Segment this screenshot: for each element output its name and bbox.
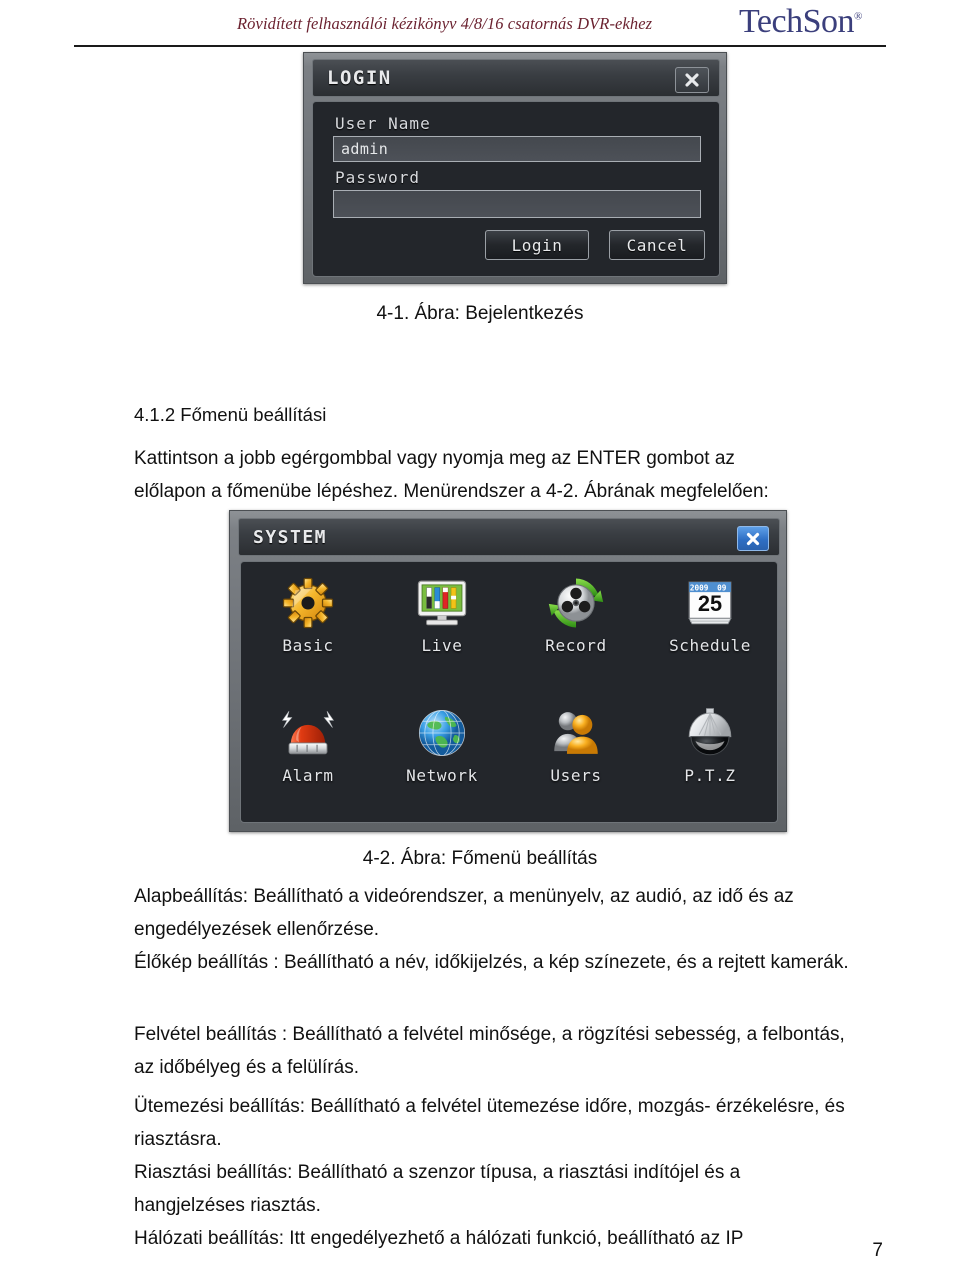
system-menu-dialog: SYSTEM Basic Live Record 2009 09 25 Sche… [229,510,787,832]
menu-item-record[interactable]: Record [509,568,643,698]
film-reel-icon [547,574,605,632]
paragraph-intro: Kattintson a jobb egérgombbal vagy nyomj… [134,442,856,508]
paragraph-basic: Alapbeállítás: Beállítható a videórendsz… [134,880,856,946]
menu-item-network[interactable]: Network [375,698,509,828]
login-button[interactable]: Login [485,230,589,260]
system-titlebar: SYSTEM [238,518,780,556]
close-icon[interactable] [737,526,769,551]
figure-caption-4-1: 4-1. Ábra: Bejelentkezés [376,303,584,324]
username-input[interactable]: admin [333,136,701,162]
password-input[interactable] [333,190,701,218]
menu-label-alarm: Alarm [282,766,334,785]
menu-item-basic[interactable]: Basic [241,568,375,698]
menu-label-ptz: P.T.Z [684,766,736,785]
paragraph-live-line-2: kamerák. [770,952,849,973]
menu-label-live: Live [421,636,463,655]
menu-item-schedule[interactable]: 2009 09 25 Schedule [643,568,777,698]
logo-text: TechSon [739,3,855,40]
system-menu-panel: Basic Live Record 2009 09 25 Schedule Al… [240,561,778,823]
paragraph-live: Élőkép beállítás : Beállítható a név, id… [134,946,856,979]
paragraph-alarm: Riasztási beállítás: Beállítható a szenz… [134,1156,856,1222]
siren-icon [279,704,337,762]
menu-label-basic: Basic [282,636,334,655]
cancel-button[interactable]: Cancel [609,230,705,260]
username-label: User Name [335,114,431,133]
system-dialog-title: SYSTEM [253,526,328,548]
password-label: Password [335,168,421,187]
section-heading-4-1-2: 4.1.2 Főmenü beállítási [134,404,327,425]
paragraph-intro-line-1: Kattintson a jobb egérgombbal vagy nyomj… [134,448,735,469]
paragraph-intro-line-2: előlapon a főmenübe lépéshez. Menürendsz… [134,481,769,502]
menu-label-schedule: Schedule [669,636,751,655]
system-icon-grid: Basic Live Record 2009 09 25 Schedule Al… [241,568,777,828]
login-titlebar: LOGIN [312,59,720,97]
menu-item-ptz[interactable]: P.T.Z [643,698,777,828]
login-form: User Name admin Password Login Cancel [312,101,720,277]
header-title: Rövidített felhasználói kézikönyv 4/8/16… [237,14,653,33]
menu-item-users[interactable]: Users [509,698,643,828]
calendar-icon: 2009 09 25 [681,574,739,632]
close-icon[interactable] [675,67,709,93]
registered-mark-icon: ® [854,10,862,23]
users-icon [547,704,605,762]
calendar-day: 25 [698,591,722,616]
login-dialog: LOGIN User Name admin Password Login Can… [303,52,727,284]
paragraph-basic-line-1: Alapbeállítás: Beállítható a videórendsz… [134,886,769,907]
paragraph-record-line-1: Felvétel beállítás : Beállítható a felvé… [134,1024,758,1045]
paragraph-record: Felvétel beállítás : Beállítható a felvé… [134,1018,856,1084]
paragraph-alarm-line-1: Riasztási beállítás: Beállítható a szenz… [134,1162,741,1183]
header-divider [74,45,886,47]
page-number: 7 [872,1240,883,1261]
dome-camera-icon [681,704,739,762]
paragraph-schedule: Ütemezési beállítás: Beállítható a felvé… [134,1090,856,1156]
menu-item-alarm[interactable]: Alarm [241,698,375,828]
menu-label-users: Users [550,766,602,785]
gear-icon [279,574,337,632]
globe-icon [413,704,471,762]
login-dialog-title: LOGIN [327,67,392,89]
menu-item-live[interactable]: Live [375,568,509,698]
paragraph-live-line-1: Élőkép beállítás : Beállítható a név, id… [134,952,766,973]
monitor-icon [413,574,471,632]
figure-caption-4-2: 4-2. Ábra: Főmenü beállítás [362,848,598,869]
menu-label-network: Network [406,766,478,785]
paragraph-schedule-line-1: Ütemezési beállítás: Beállítható a felvé… [134,1096,711,1117]
techson-logo: TechSon® [739,5,862,39]
page-header: Rövidített felhasználói kézikönyv 4/8/16… [0,0,960,48]
paragraph-alarm-line-2: hangjelzéses riasztás. [134,1195,321,1216]
username-value: admin [341,140,389,158]
menu-label-record: Record [545,636,607,655]
